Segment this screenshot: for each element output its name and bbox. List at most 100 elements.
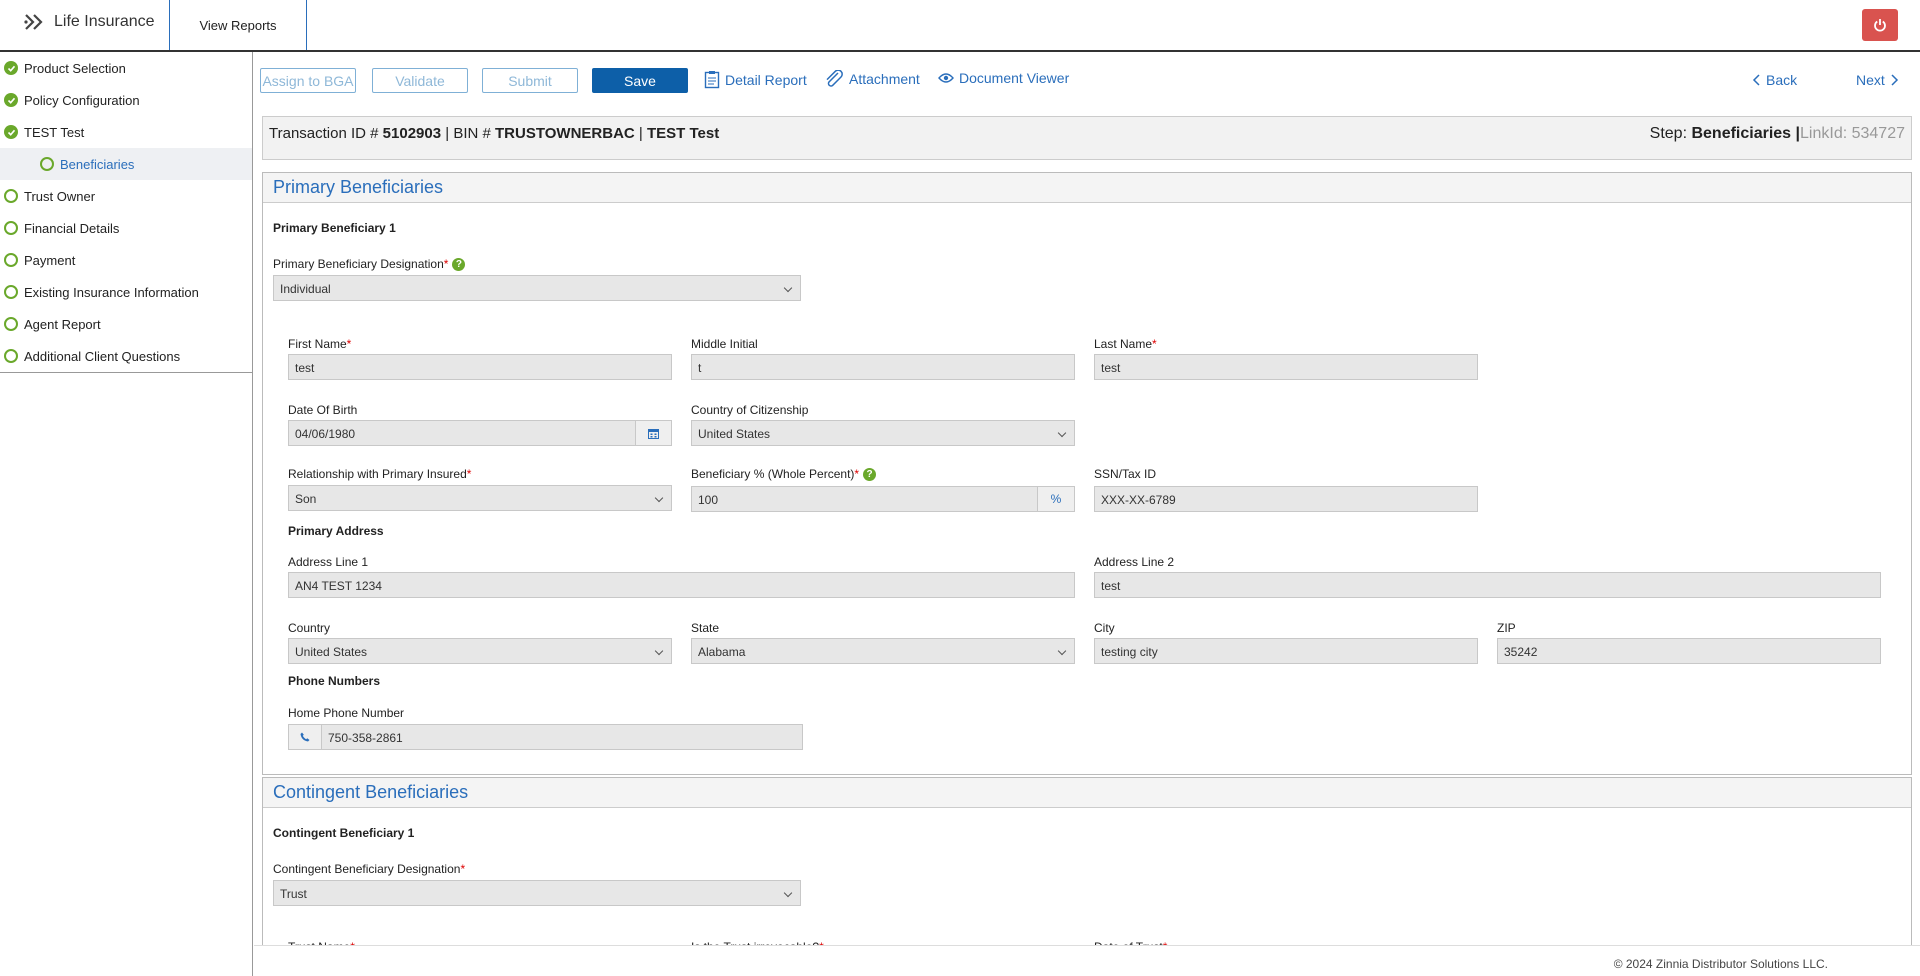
- check-circle-icon: [4, 61, 18, 75]
- link-id: LinkId: 534727: [1800, 125, 1905, 142]
- sidebar-item-financial-details[interactable]: Financial Details: [0, 212, 252, 244]
- chevrons-logo-icon: [24, 14, 43, 30]
- assign-to-bga-button[interactable]: Assign to BGA: [260, 68, 356, 93]
- document-viewer-label: Document Viewer: [959, 70, 1070, 86]
- circle-outline-icon: [4, 349, 18, 363]
- relationship-label: Relationship with Primary Insured*: [288, 467, 472, 481]
- state-select[interactable]: Alabama: [691, 638, 1075, 664]
- sidebar-item-beneficiaries[interactable]: Beneficiaries: [0, 148, 252, 180]
- sidebar-item-policy-configuration[interactable]: Policy Configuration: [0, 84, 252, 116]
- home-phone-field[interactable]: 750-358-2861: [321, 724, 803, 750]
- country-label: Country: [288, 621, 331, 635]
- primary-beneficiary-heading: Primary Beneficiary 1: [273, 221, 396, 235]
- circle-outline-icon: [40, 157, 54, 171]
- first-name-label: First Name*: [288, 337, 352, 351]
- primary-address-heading: Primary Address: [288, 524, 384, 538]
- help-icon[interactable]: ?: [452, 258, 466, 272]
- save-button[interactable]: Save: [592, 68, 688, 93]
- bin-value: TRUSTOWNERBAC: [495, 125, 635, 142]
- check-circle-icon: [4, 125, 18, 139]
- percent-label: Beneficiary % (Whole Percent)*?: [691, 467, 877, 482]
- circle-outline-icon: [4, 221, 18, 235]
- detail-report-link[interactable]: Detail Report: [704, 70, 807, 89]
- dob-field[interactable]: 04/06/1980: [288, 420, 636, 446]
- bin-label: | BIN #: [445, 125, 491, 142]
- attachment-link[interactable]: Attachment: [824, 70, 920, 88]
- relationship-select[interactable]: Son: [288, 485, 672, 511]
- sidebar-item-label: Policy Configuration: [24, 92, 140, 108]
- chevron-right-icon: [1891, 74, 1898, 86]
- phone-numbers-heading: Phone Numbers: [288, 674, 381, 688]
- designation-label: Primary Beneficiary Designation*?: [273, 257, 466, 272]
- next-button[interactable]: Next: [1856, 72, 1899, 88]
- citizenship-label: Country of Citizenship: [691, 403, 809, 417]
- page-footer: © 2024 Zinnia Distributor Solutions LLC.: [254, 945, 1920, 976]
- sidebar-item-product-selection[interactable]: Product Selection: [0, 52, 252, 84]
- sidebar-item-label: Additional Client Questions: [24, 348, 181, 364]
- step-list: Product Selection Policy Configuration T…: [0, 52, 252, 373]
- country-select[interactable]: United States: [288, 638, 672, 664]
- back-button[interactable]: Back: [1752, 72, 1797, 88]
- percent-addon: %: [1037, 486, 1075, 512]
- transaction-info-bar: Transaction ID # 5102903 | BIN # TRUSTOW…: [262, 116, 1912, 160]
- step-sidebar: Product Selection Policy Configuration T…: [0, 52, 253, 976]
- sidebar-item-test-test[interactable]: TEST Test: [0, 116, 252, 148]
- designation-select[interactable]: Individual: [273, 275, 801, 301]
- citizenship-select[interactable]: United States: [691, 420, 1075, 446]
- last-name-label: Last Name*: [1094, 337, 1157, 351]
- submit-button[interactable]: Submit: [482, 68, 578, 93]
- circle-outline-icon: [4, 189, 18, 203]
- city-field[interactable]: testing city: [1094, 638, 1478, 664]
- dob-label: Date Of Birth: [288, 403, 358, 417]
- document-viewer-link[interactable]: Document Viewer: [938, 70, 1069, 86]
- app-logo[interactable]: Life Insurance: [24, 12, 155, 32]
- sidebar-item-agent-report[interactable]: Agent Report: [0, 308, 252, 340]
- phone-addon: [288, 724, 322, 750]
- address-line-2-field[interactable]: test: [1094, 572, 1881, 598]
- sidebar-item-additional-client-questions[interactable]: Additional Client Questions: [0, 340, 252, 372]
- contingent-designation-select[interactable]: Trust: [273, 880, 801, 906]
- validate-button[interactable]: Validate: [372, 68, 468, 93]
- sidebar-item-existing-insurance[interactable]: Existing Insurance Information: [0, 276, 252, 308]
- circle-outline-icon: [4, 317, 18, 331]
- separator: |: [638, 125, 643, 142]
- app-title: Life Insurance: [54, 13, 155, 30]
- top-header: Life Insurance View Reports: [0, 0, 1920, 52]
- eye-icon: [938, 73, 954, 83]
- last-name-field[interactable]: test: [1094, 354, 1478, 380]
- contingent-designation-label: Contingent Beneficiary Designation*: [273, 862, 466, 876]
- client-name: TEST Test: [646, 125, 720, 142]
- city-label: City: [1094, 621, 1115, 635]
- address-line-1-field[interactable]: AN4 TEST 1234: [288, 572, 1075, 598]
- view-reports-tab[interactable]: View Reports: [169, 0, 307, 50]
- percent-field[interactable]: 100: [691, 486, 1038, 512]
- sidebar-item-label: Trust Owner: [24, 188, 96, 204]
- sidebar-item-trust-owner[interactable]: Trust Owner: [0, 180, 252, 212]
- sidebar-item-label: TEST Test: [24, 124, 85, 140]
- circle-outline-icon: [4, 285, 18, 299]
- transaction-id: 5102903: [382, 125, 442, 142]
- sidebar-item-label: Payment: [24, 252, 76, 268]
- attachment-label: Attachment: [849, 71, 920, 87]
- step-label: Step:: [1649, 125, 1688, 142]
- zip-field[interactable]: 35242: [1497, 638, 1881, 664]
- first-name-field[interactable]: test: [288, 354, 672, 380]
- power-icon: [1874, 19, 1886, 32]
- logout-button[interactable]: [1862, 9, 1898, 41]
- help-icon[interactable]: ?: [863, 468, 877, 482]
- calendar-button[interactable]: [635, 420, 672, 446]
- transaction-info: Transaction ID # 5102903 | BIN # TRUSTOW…: [269, 125, 719, 142]
- ssn-field[interactable]: XXX-XX-6789: [1094, 486, 1478, 512]
- middle-initial-field[interactable]: t: [691, 354, 1075, 380]
- main-content: Assign to BGA Validate Submit Save Detai…: [254, 52, 1920, 976]
- middle-initial-label: Middle Initial: [691, 337, 758, 351]
- section-title: Contingent Beneficiaries: [263, 778, 1911, 808]
- contingent-beneficiary-heading: Contingent Beneficiary 1: [273, 826, 415, 840]
- sidebar-item-payment[interactable]: Payment: [0, 244, 252, 276]
- action-toolbar: Assign to BGA Validate Submit Save Detai…: [260, 68, 1915, 94]
- circle-outline-icon: [4, 253, 18, 267]
- primary-beneficiaries-section: Primary Beneficiaries Primary Beneficiar…: [262, 172, 1912, 775]
- sidebar-item-label: Existing Insurance Information: [24, 284, 199, 300]
- ssn-label: SSN/Tax ID: [1094, 467, 1157, 481]
- report-icon: [704, 71, 720, 89]
